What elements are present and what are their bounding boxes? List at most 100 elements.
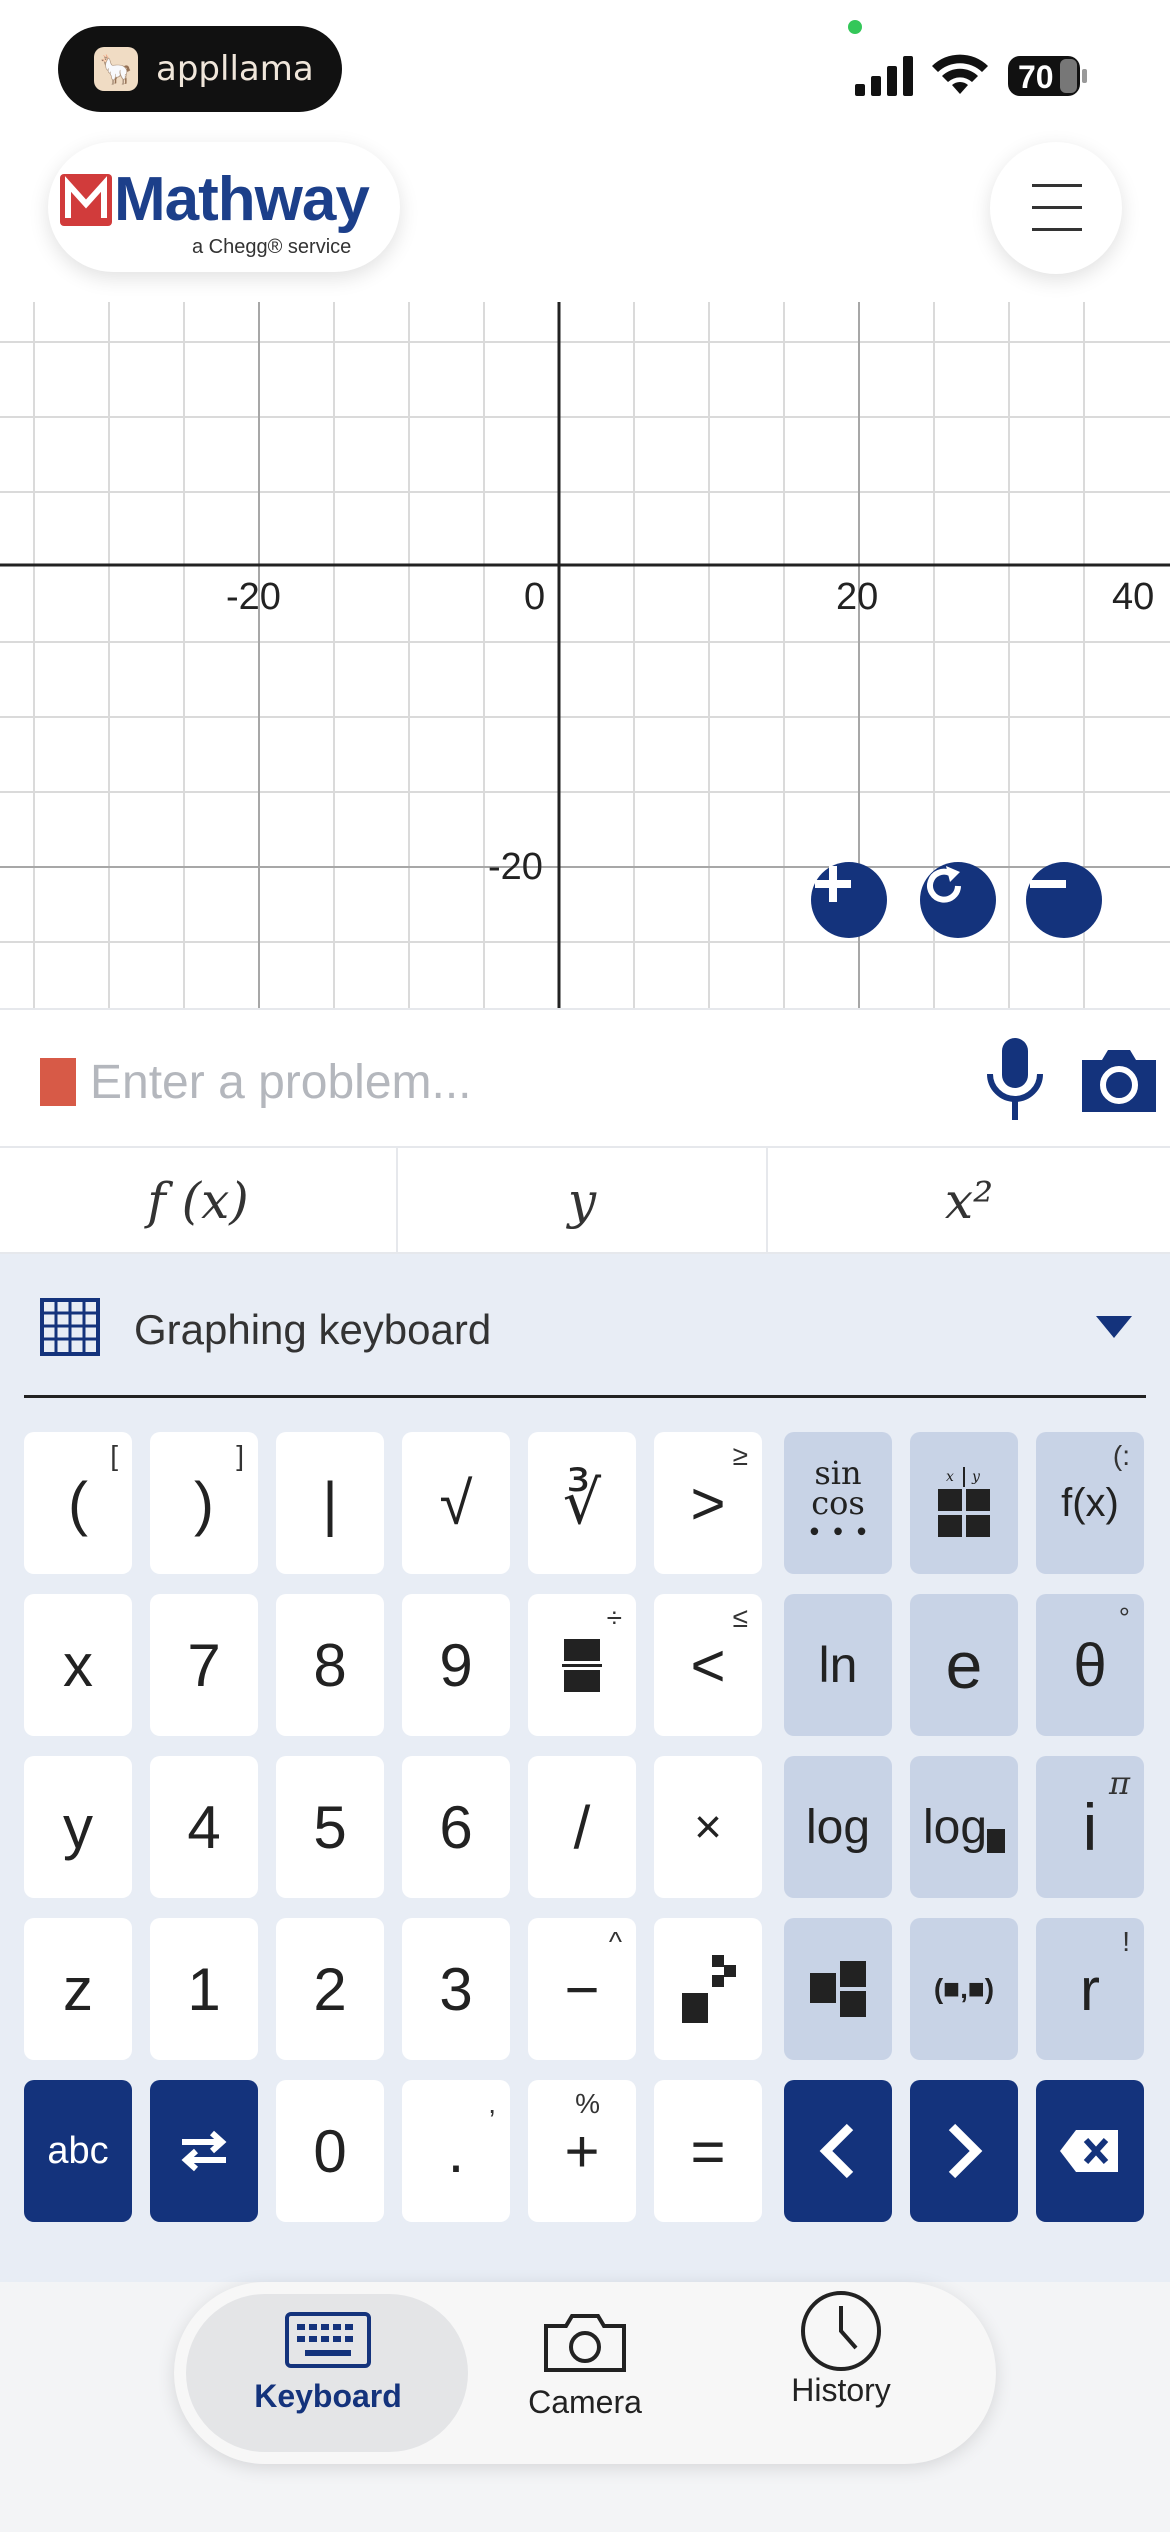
key-cursor-right[interactable] — [910, 2080, 1018, 2222]
key-fraction[interactable]: ÷ — [528, 1594, 636, 1736]
app-indicator-pill[interactable]: 🦙 appllama — [58, 26, 342, 112]
key-label: 6 — [439, 1793, 473, 1861]
key-backspace[interactable] — [1036, 2080, 1144, 2222]
key-0[interactable]: 0 — [276, 2080, 384, 2222]
key-x[interactable]: x — [24, 1594, 132, 1736]
backspace-icon — [1060, 2130, 1118, 2172]
key-ordered-pair[interactable]: (■,■) — [910, 1918, 1018, 2060]
key-label: = — [690, 2117, 726, 2185]
key-function-def[interactable]: f(x) (: — [1036, 1432, 1144, 1574]
zoom-in-button[interactable] — [811, 862, 887, 938]
key-label: 2 — [313, 1955, 347, 2023]
key-ln[interactable]: ln — [784, 1594, 892, 1736]
key-alt-label: [ — [110, 1440, 118, 1471]
status-bar: 🦙 appllama 70 — [0, 0, 1170, 130]
key-sqrt[interactable]: √ — [402, 1432, 510, 1574]
key-minus[interactable]: − ^ — [528, 1918, 636, 2060]
quick-insert-bar: f (x) y x² — [0, 1148, 1170, 1254]
key-matrix[interactable] — [784, 1918, 892, 2060]
key-less[interactable]: < ≤ — [654, 1594, 762, 1736]
key-cursor-left[interactable] — [784, 2080, 892, 2222]
key-alt-label: (: — [1112, 1440, 1130, 1471]
key-label: x — [63, 1631, 93, 1699]
key-label: ln — [818, 1637, 858, 1693]
tab-camera[interactable]: Camera — [465, 2312, 705, 2421]
key-greater[interactable]: > ≥ — [654, 1432, 762, 1574]
tab-history[interactable]: History — [721, 2291, 961, 2409]
fraction-icon — [562, 1639, 602, 1692]
key-y[interactable]: y — [24, 1756, 132, 1898]
mathway-logo[interactable]: Mathway a Chegg® service — [48, 142, 400, 272]
menu-line-icon — [1032, 206, 1082, 209]
zoom-out-button[interactable] — [1026, 862, 1102, 938]
quick-tab-y[interactable]: y — [398, 1148, 768, 1254]
app-pill-label: appllama — [156, 49, 314, 89]
tab-bar: Keyboard Camera History — [174, 2282, 996, 2464]
key-divide[interactable]: / — [528, 1756, 636, 1898]
key-2[interactable]: 2 — [276, 1918, 384, 2060]
key-9[interactable]: 9 — [402, 1594, 510, 1736]
key-r[interactable]: r! — [1036, 1918, 1144, 2060]
key-label: e — [945, 1628, 983, 1702]
microphone-icon[interactable] — [980, 1038, 1050, 1122]
x-tick-label: 0 — [524, 576, 546, 618]
key-log[interactable]: log — [784, 1756, 892, 1898]
key-7[interactable]: 7 — [150, 1594, 258, 1736]
tab-keyboard[interactable]: Keyboard — [208, 2312, 448, 2415]
reset-view-button[interactable] — [920, 862, 996, 938]
x-tick-label: 20 — [836, 576, 879, 618]
key-open-paren[interactable]: ([ — [24, 1432, 132, 1574]
key-3[interactable]: 3 — [402, 1918, 510, 2060]
bottom-navigation: Keyboard Camera History — [0, 2282, 1170, 2532]
keyboard-selector[interactable]: Graphing keyboard — [24, 1254, 1146, 1398]
key-alt-label: ] — [236, 1440, 244, 1471]
key-label: ) — [194, 1469, 214, 1537]
quick-tab-function[interactable]: f (x) — [0, 1148, 398, 1254]
key-e[interactable]: e — [910, 1594, 1018, 1736]
camera-icon[interactable] — [1078, 1042, 1160, 1116]
key-z[interactable]: z — [24, 1918, 132, 2060]
key-trig[interactable]: sin cos • • • — [784, 1432, 892, 1574]
key-label: 7 — [187, 1631, 221, 1699]
key-multiply[interactable]: × — [654, 1756, 762, 1898]
key-5[interactable]: 5 — [276, 1756, 384, 1898]
llama-icon: 🦙 — [94, 47, 138, 91]
key-equals[interactable]: = — [654, 2080, 762, 2222]
key-label: − — [564, 1955, 600, 2023]
key-log-base[interactable]: log — [910, 1756, 1018, 1898]
key-alt-label: ! — [1122, 1926, 1130, 1957]
key-close-paren[interactable]: )] — [150, 1432, 258, 1574]
key-alt-label: , — [488, 2088, 496, 2119]
key-4[interactable]: 4 — [150, 1756, 258, 1898]
key-8[interactable]: 8 — [276, 1594, 384, 1736]
key-decimal[interactable]: ., — [402, 2080, 510, 2222]
key-nth-root[interactable]: ∛ — [528, 1432, 636, 1574]
keyboard-title: Graphing keyboard — [134, 1306, 492, 1353]
key-6[interactable]: 6 — [402, 1756, 510, 1898]
key-absolute[interactable]: | — [276, 1432, 384, 1574]
key-table[interactable]: x y — [910, 1432, 1018, 1574]
table-icon: x y — [938, 1467, 990, 1537]
minus-icon — [1030, 880, 1066, 888]
key-abc[interactable]: abc — [24, 2080, 132, 2222]
key-plus[interactable]: +% — [528, 2080, 636, 2222]
key-1[interactable]: 1 — [150, 1918, 258, 2060]
key-alt-label: ≤ — [732, 1602, 748, 1633]
graph-canvas[interactable]: -20 0 20 40 -20 — [0, 302, 1170, 1008]
plus-icon — [815, 866, 851, 902]
key-label: θ — [1073, 1631, 1107, 1699]
x-tick-label: 40 — [1112, 576, 1155, 618]
key-label: ∛ — [562, 1469, 602, 1536]
tab-label: History — [791, 2372, 891, 2408]
chevron-down-icon — [1096, 1316, 1132, 1338]
key-power[interactable] — [654, 1918, 762, 2060]
battery-level: 70 — [1018, 59, 1054, 95]
key-theta[interactable]: θ ° — [1036, 1594, 1144, 1736]
key-i[interactable]: iπ — [1036, 1756, 1144, 1898]
key-alt-label: π — [1108, 1764, 1130, 1802]
key-swap[interactable] — [150, 2080, 258, 2222]
hamburger-menu-button[interactable] — [990, 142, 1122, 274]
quick-tab-x-squared[interactable]: x² — [768, 1148, 1170, 1254]
problem-input[interactable] — [90, 1046, 940, 1118]
app-header: Mathway a Chegg® service — [0, 130, 1170, 302]
